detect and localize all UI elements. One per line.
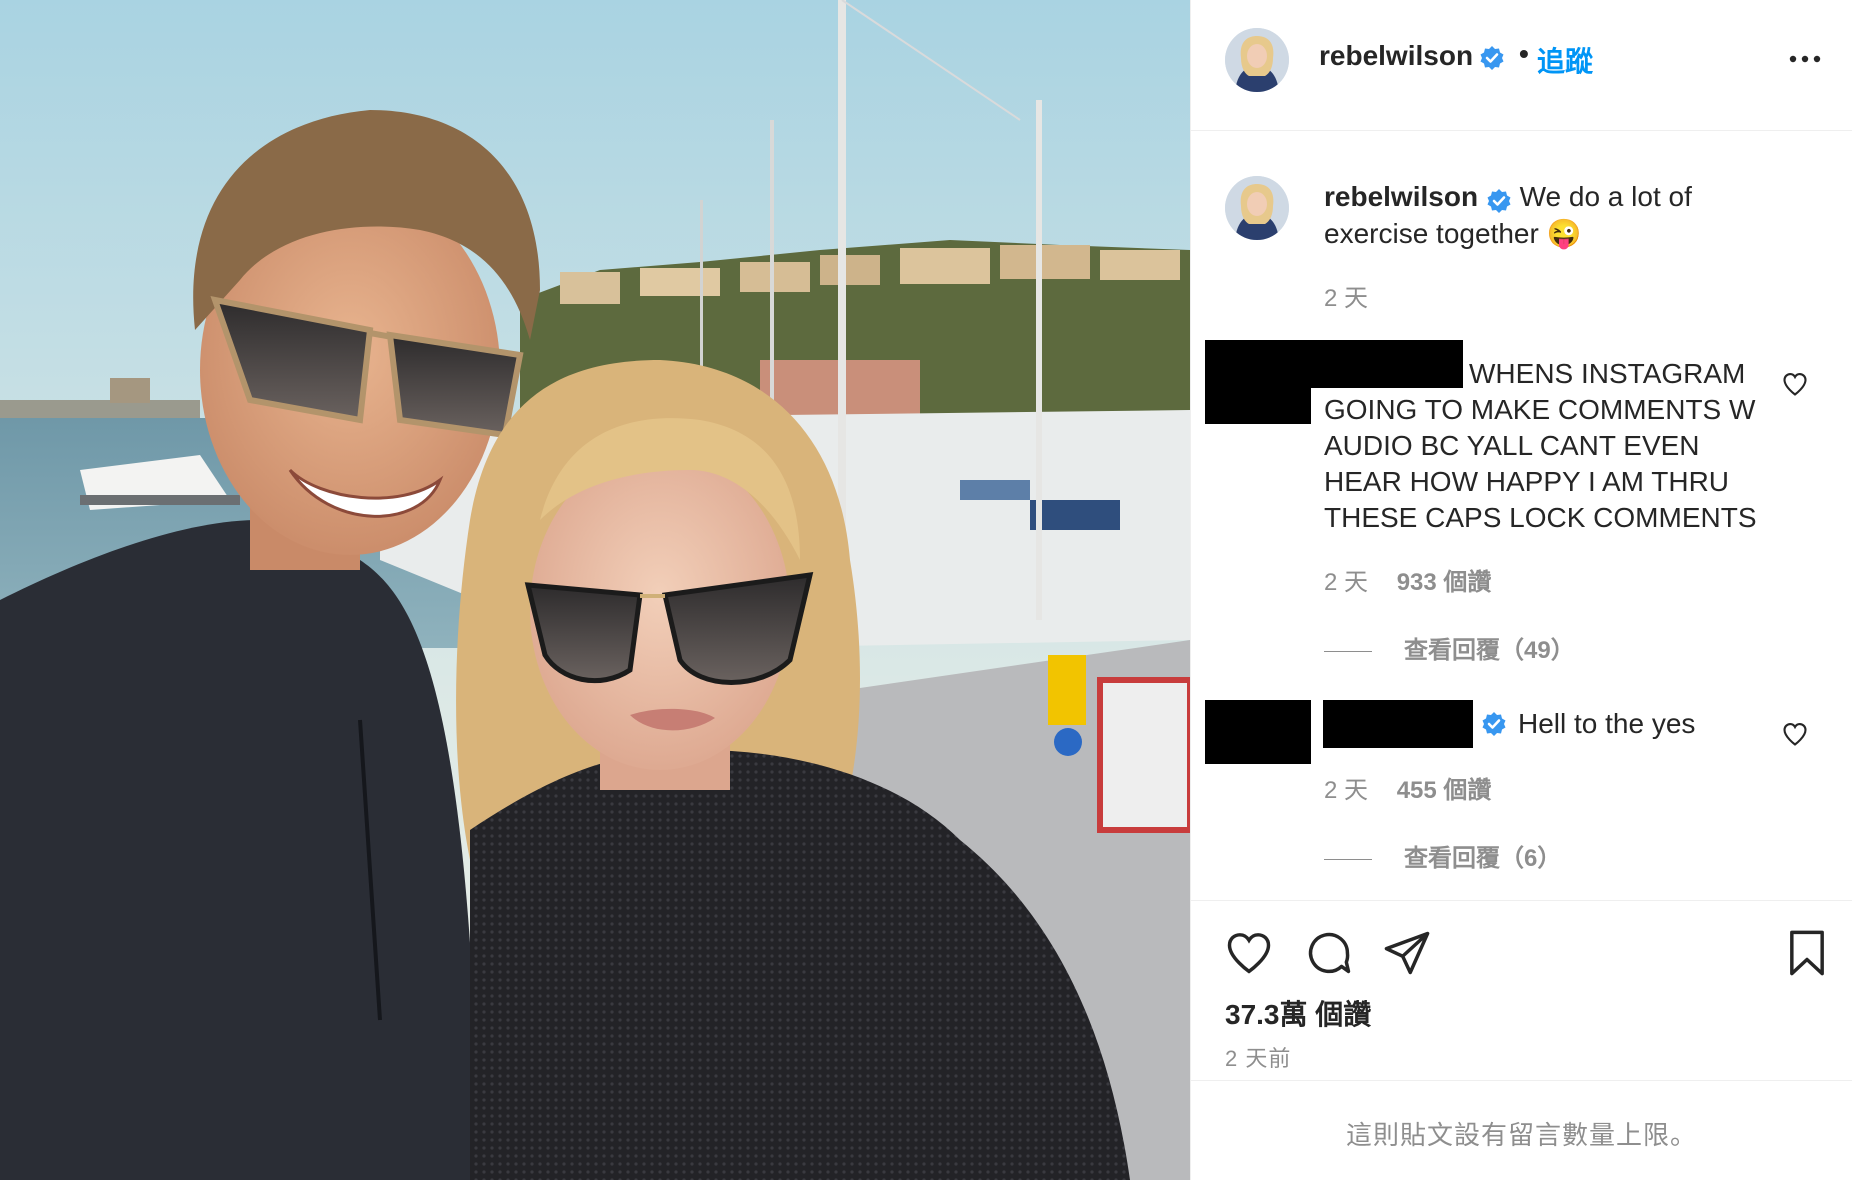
comments-limited-text: 這則貼文設有留言數量上限。	[1345, 1120, 1697, 1150]
caption-timestamp[interactable]: 2 天	[1324, 278, 1368, 313]
comment-like-heart-icon[interactable]	[1781, 370, 1809, 398]
view-replies-label: 查看回覆（6）	[1404, 845, 1562, 872]
post-like-count[interactable]: 37.3萬 個讚	[1225, 993, 1371, 1033]
redacted-username	[1323, 700, 1473, 748]
post-side-panel: rebelwilson • 追蹤 rebelwilson We do a lot…	[1190, 0, 1852, 1180]
post-timestamp[interactable]: 2 天前	[1225, 1041, 1291, 1073]
comment-meta: 2 天 455 個讚	[1324, 770, 1491, 805]
comments-limited-notice: 這則貼文設有留言數量上限。	[1191, 1080, 1852, 1181]
comment-like-count[interactable]: 933 個讚	[1397, 569, 1492, 596]
comment-icon[interactable]	[1303, 927, 1355, 979]
verified-badge-icon	[1481, 711, 1507, 737]
replies-divider-line	[1324, 651, 1372, 653]
comment-timestamp[interactable]: 2 天	[1324, 569, 1368, 596]
post-photo-image	[0, 0, 1190, 1180]
comment-meta: 2 天 933 個讚	[1324, 562, 1491, 597]
author-username[interactable]: rebelwilson	[1319, 40, 1473, 72]
bookmark-icon[interactable]	[1781, 927, 1833, 979]
share-icon[interactable]	[1381, 927, 1433, 979]
view-replies-button[interactable]: 查看回覆（49）	[1324, 630, 1575, 665]
caption-username[interactable]: rebelwilson	[1324, 181, 1478, 212]
post-actions: 37.3萬 個讚 2 天前	[1191, 900, 1852, 1081]
caption-avatar[interactable]	[1225, 176, 1289, 240]
comment-timestamp[interactable]: 2 天	[1324, 777, 1368, 804]
caption-emoji: 😜	[1546, 218, 1582, 249]
author-avatar-image	[1225, 28, 1289, 92]
comment-like-count[interactable]: 455 個讚	[1397, 777, 1492, 804]
author-avatar[interactable]	[1225, 28, 1289, 92]
post-photo[interactable]	[0, 0, 1190, 1180]
verified-badge-icon	[1479, 45, 1505, 71]
post-header: rebelwilson • 追蹤	[1191, 0, 1852, 131]
comment-text: WHENS INSTAGRAM GOING TO MAKE COMMENTS W…	[1324, 358, 1757, 533]
replies-divider-line	[1324, 859, 1372, 861]
view-replies-button[interactable]: 查看回覆（6）	[1324, 838, 1561, 873]
caption-avatar-image	[1225, 176, 1289, 240]
comment-like-heart-icon[interactable]	[1781, 720, 1809, 748]
caption-text: rebelwilson We do a lot of exercise toge…	[1324, 178, 1794, 252]
follow-button[interactable]: 追蹤	[1537, 40, 1593, 80]
more-options-icon[interactable]	[1785, 44, 1825, 74]
view-replies-label: 查看回覆（49）	[1404, 637, 1575, 664]
redacted-avatar	[1205, 700, 1311, 764]
header-separator: •	[1519, 38, 1529, 69]
comment-text: Hell to the yes	[1518, 708, 1696, 739]
heart-icon[interactable]	[1223, 927, 1275, 979]
redacted-avatar	[1205, 340, 1311, 424]
verified-badge-icon	[1486, 186, 1512, 213]
